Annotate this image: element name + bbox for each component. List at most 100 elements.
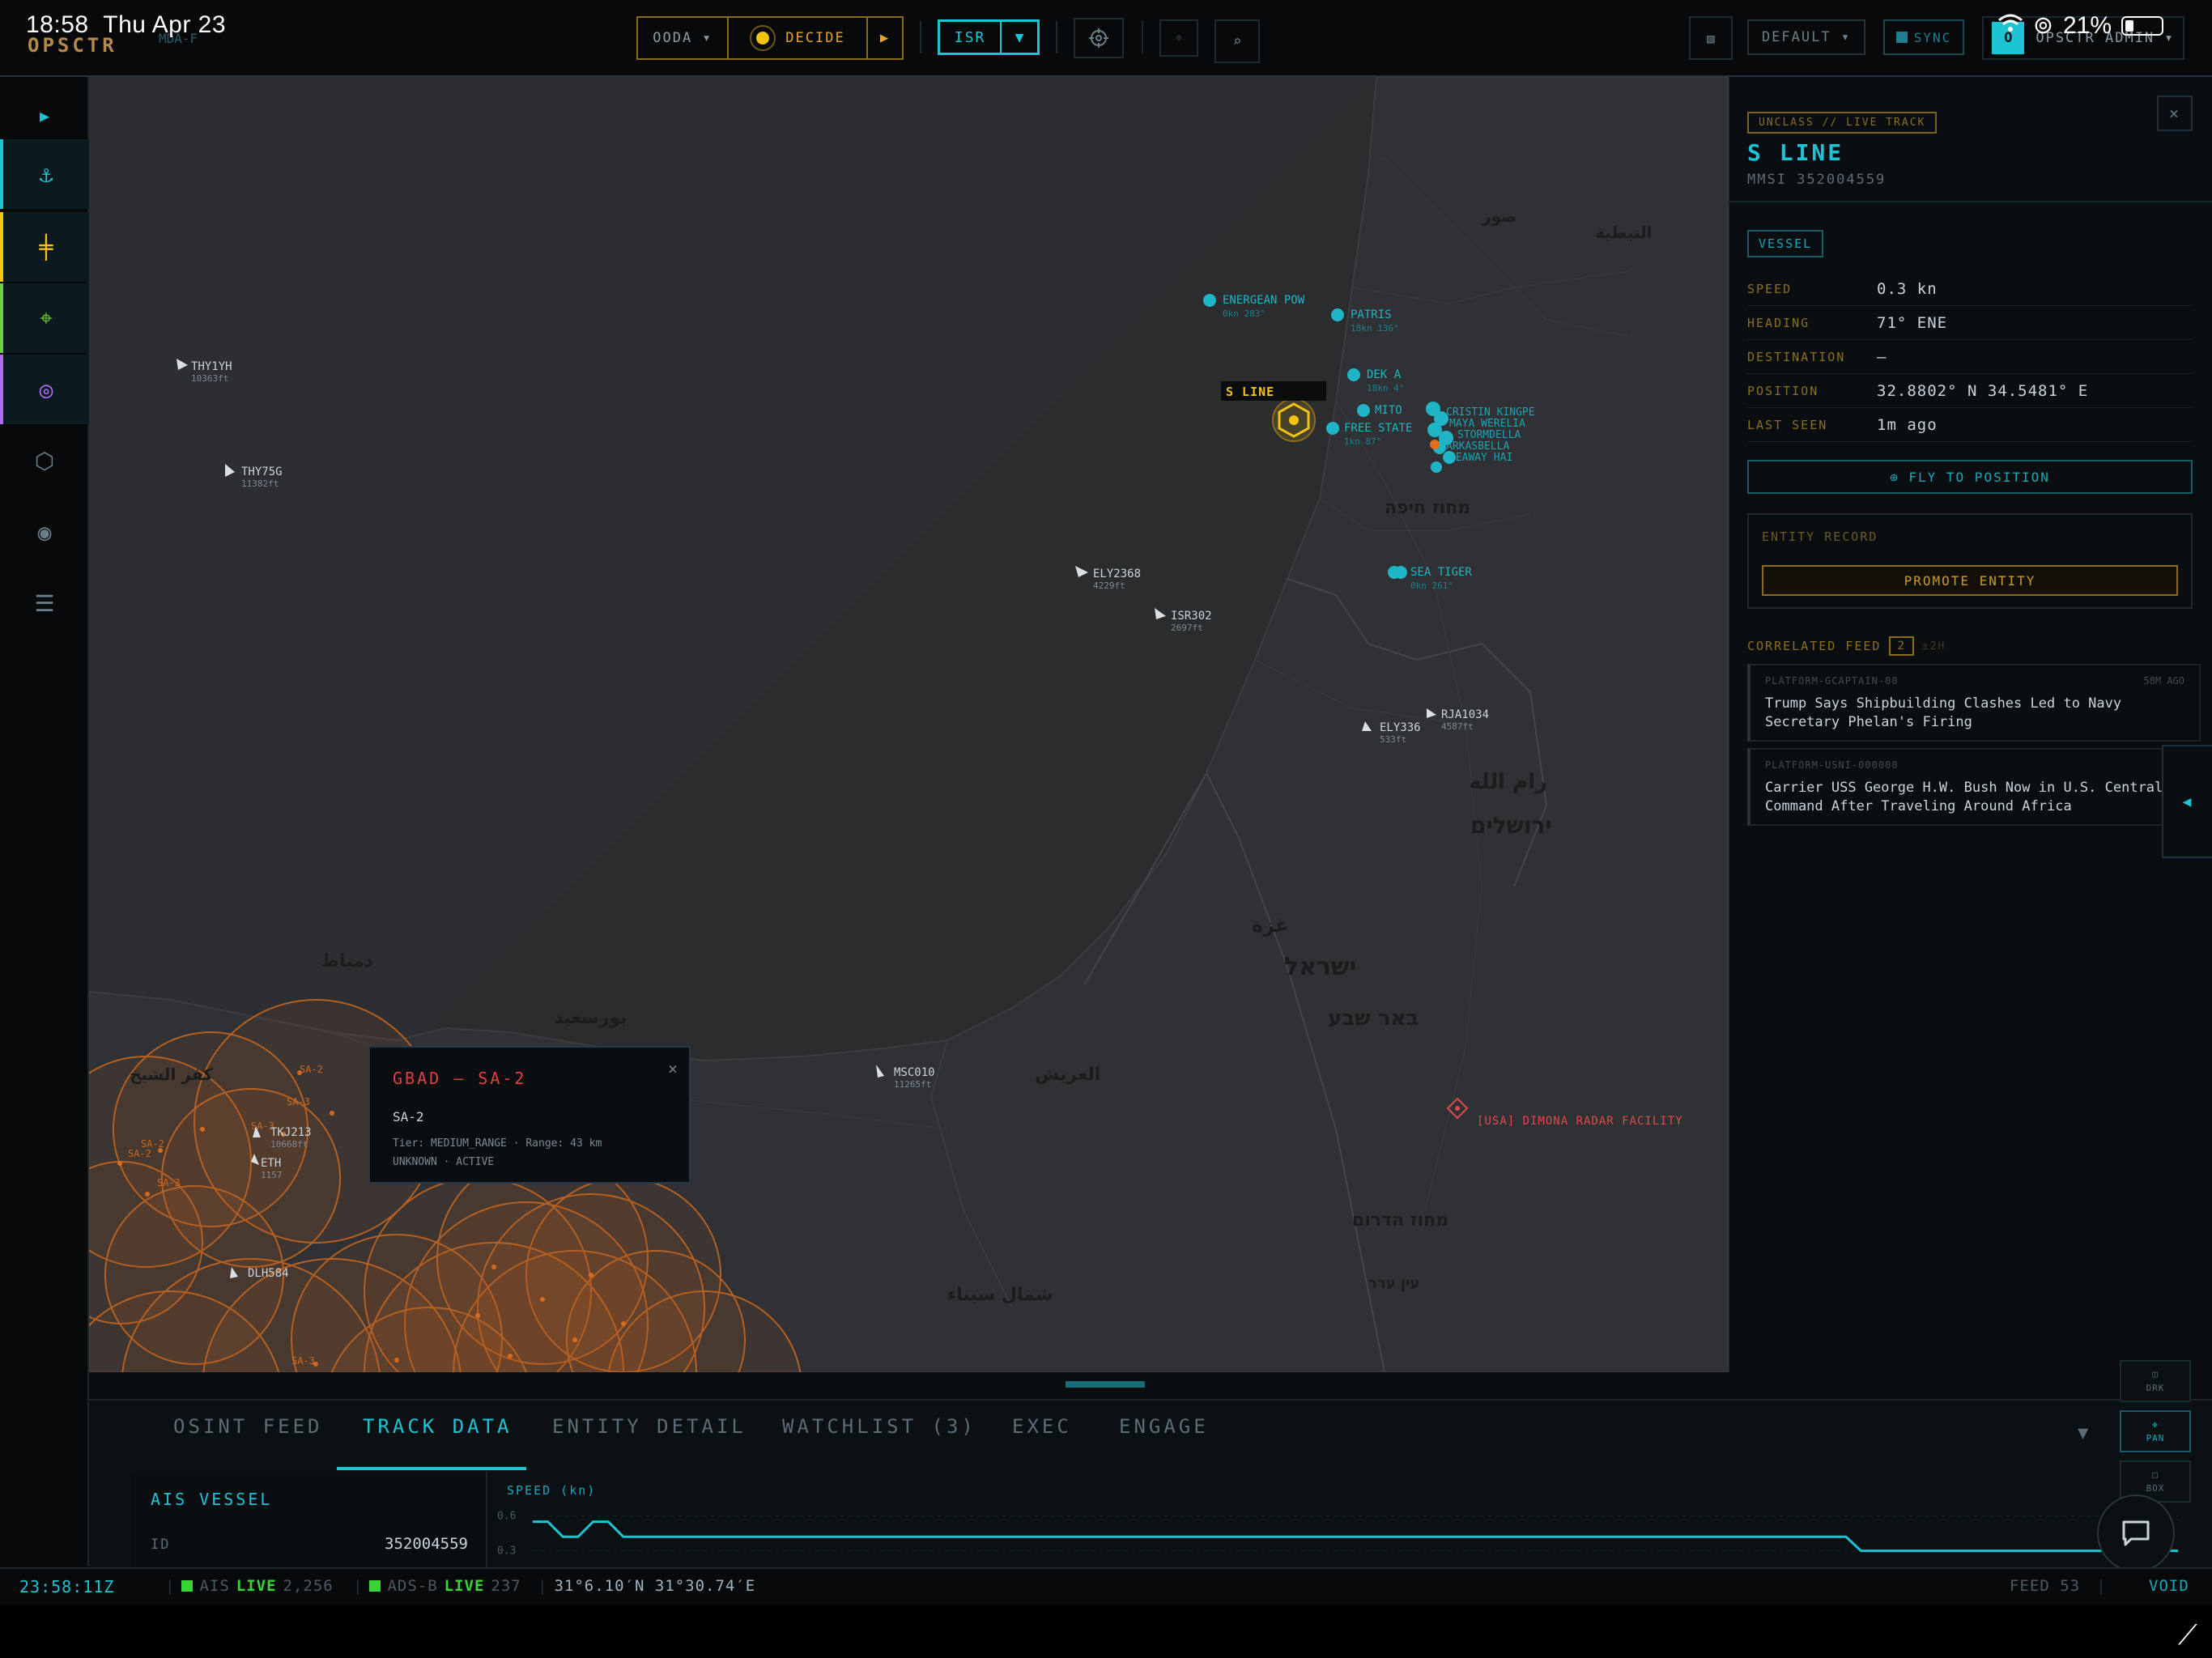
field-value: — xyxy=(1877,347,1887,366)
status-time: 18:58 xyxy=(26,11,89,38)
svg-text:SA-2: SA-2 xyxy=(300,1064,323,1075)
search-button[interactable]: ⌕ xyxy=(1214,19,1260,63)
orbit-icon: ◎ xyxy=(39,376,53,403)
vessel-label[interactable]: DEK A xyxy=(1367,368,1401,381)
aircraft-label[interactable]: RJA1034 xyxy=(1441,708,1489,721)
place-label: صور xyxy=(1482,206,1517,226)
play-icon[interactable]: ▶ xyxy=(868,18,902,58)
field-row: LAST SEEN 1m ago xyxy=(1747,408,2193,442)
feed-card[interactable]: PLATFORM-USNI-0000001H ACarrier USS Geor… xyxy=(1747,748,2201,826)
selected-vessel-marker[interactable] xyxy=(1272,398,1316,442)
close-icon[interactable]: × xyxy=(668,1059,678,1078)
svg-text:SA-3: SA-3 xyxy=(287,1096,310,1107)
map-tool-drk[interactable]: ◫ DRK xyxy=(2120,1360,2191,1402)
chevron-down-icon[interactable]: ▼ xyxy=(1002,22,1037,53)
map-tool-pan[interactable]: ✥ PAN xyxy=(2120,1410,2191,1452)
fly-to-position-button[interactable]: ⊕ FLY TO POSITION xyxy=(1747,460,2193,494)
place-label: بورسعيد xyxy=(554,1008,627,1028)
vessel-label[interactable]: ENERGEAN POW xyxy=(1223,294,1304,307)
place-label: العريش xyxy=(1035,1065,1101,1085)
tab-exec[interactable]: EXEC xyxy=(1012,1415,1072,1438)
chat-button[interactable] xyxy=(2097,1494,2175,1572)
box-icon: □ xyxy=(2152,1469,2159,1480)
aircraft-label[interactable]: DLH584 xyxy=(248,1267,289,1280)
feed-card[interactable]: PLATFORM-GCAPTAIN-00 58M AGO Trump Says Sh… xyxy=(1747,664,2201,742)
eye-icon: ◉ xyxy=(37,518,52,546)
correlated-feed-header: CORRELATED FEED 2 ±2H xyxy=(1747,636,1946,656)
vessel-label[interactable]: FREE STATE xyxy=(1344,422,1412,435)
rail-item-aircraft[interactable]: ╪ xyxy=(0,212,89,282)
active-tab-indicator xyxy=(337,1467,526,1470)
place-label: رام الله xyxy=(1469,770,1548,794)
feed-counter: FEED 53 | xyxy=(2010,1577,2107,1595)
place-label: شمال سيناء xyxy=(947,1285,1053,1305)
svg-text:SA-2: SA-2 xyxy=(128,1148,151,1159)
rail-item-alert-shield[interactable]: ⬡ xyxy=(0,426,89,495)
place-label: غزة xyxy=(1252,914,1289,937)
divider xyxy=(1728,201,2212,202)
map-view[interactable]: SA-2 SA-2 SA-2 SA-3 SA-3 SA-3 SA-3 CRISTIN KI… xyxy=(89,77,1728,1372)
rail-item-anchor[interactable]: ⚓ xyxy=(0,139,89,209)
aircraft-altitude: 10668ft xyxy=(270,1139,308,1150)
target-icon: ⌖ xyxy=(1175,30,1183,45)
toolbar-divider xyxy=(1142,21,1143,53)
field-row: HEADING 71° ENE xyxy=(1747,306,2193,340)
aircraft-label[interactable]: ELY2368 xyxy=(1093,568,1141,580)
chart-label: SPEED (kn) xyxy=(507,1483,597,1498)
place-label: النبطية xyxy=(1595,223,1653,242)
pencil-icon: ⟋ xyxy=(2178,1619,2197,1652)
aircraft-altitude: 11265ft xyxy=(894,1079,932,1090)
rail-item-database[interactable]: ☰ xyxy=(0,568,89,638)
live-indicator-icon xyxy=(181,1580,194,1592)
rail-item-orbit[interactable]: ◎ xyxy=(0,355,89,424)
tab-track-data[interactable]: TRACK DATA xyxy=(363,1415,513,1438)
resize-handle[interactable] xyxy=(1066,1381,1145,1388)
rail-item-eye[interactable]: ◉ xyxy=(0,497,89,567)
tab-entity-detail[interactable]: ENTITY DETAIL xyxy=(552,1415,747,1438)
sync-indicator-icon xyxy=(1895,32,1908,43)
recenter-button[interactable] xyxy=(1074,18,1124,58)
track-type-label: AIS VESSEL xyxy=(151,1490,273,1509)
sync-button[interactable]: SYNC xyxy=(1883,19,1964,55)
aircraft-label[interactable]: TKJ213 xyxy=(270,1126,312,1139)
classification-badge: UNCLASS // LIVE TRACK xyxy=(1747,112,1938,134)
place-label: كفر الشيخ xyxy=(130,1065,213,1084)
vessel-label[interactable]: SEA TIGER xyxy=(1410,566,1472,579)
target-button[interactable]: ⌖ xyxy=(1159,19,1198,57)
vessel-label[interactable]: PATRIS xyxy=(1351,308,1392,321)
tool-label: BOX xyxy=(2146,1483,2165,1494)
aircraft-label[interactable]: MSC010 xyxy=(894,1066,935,1079)
tab-engage[interactable]: ENGAGE xyxy=(1119,1415,1209,1438)
collapse-panel-icon[interactable]: ◀ xyxy=(2162,745,2212,858)
aircraft-label[interactable]: ELY336 xyxy=(1380,721,1421,734)
promote-entity-button[interactable]: PROMOTE ENTITY xyxy=(1762,565,2178,596)
phase-indicator-icon xyxy=(750,25,776,51)
vessel-label[interactable]: MITO xyxy=(1375,404,1402,417)
aircraft-altitude: 533ft xyxy=(1380,734,1407,745)
facility-label[interactable]: [USA] DIMONA RADAR FACILITY xyxy=(1477,1115,1683,1128)
feed-count: FEED 53 xyxy=(2010,1577,2081,1595)
aircraft-label[interactable]: THY1YH xyxy=(191,360,232,373)
place-label: מחוז הדרום xyxy=(1352,1210,1449,1231)
aircraft-label[interactable]: ISR302 xyxy=(1171,610,1212,623)
feed-source: PLATFORM-USNI-000000 xyxy=(1765,759,1899,771)
popup-status: UNKNOWN · ACTIVE xyxy=(393,1156,495,1168)
tab-watchlist-3[interactable]: WATCHLIST (3) xyxy=(782,1415,976,1438)
close-icon[interactable]: × xyxy=(2157,96,2193,131)
isr-selector[interactable]: ISR ▼ xyxy=(938,19,1040,55)
rail-item-crosshair[interactable]: ⌖ xyxy=(0,283,89,353)
ooda-dropdown[interactable]: OODA ▾ xyxy=(638,18,729,58)
place-label: دمياط xyxy=(321,951,374,971)
aircraft-label[interactable]: ETH xyxy=(261,1157,281,1170)
aircraft-altitude: 2697ft xyxy=(1171,623,1203,633)
feed-timestamp: 58M AGO xyxy=(2143,675,2184,687)
correlated-feed-label: CORRELATED FEED xyxy=(1747,639,1882,653)
aircraft-icon: ╪ xyxy=(39,233,53,261)
layout-preset-dropdown[interactable]: DEFAULT ▾ xyxy=(1747,19,1865,55)
layout-button[interactable]: ▧ xyxy=(1689,16,1733,60)
decide-phase-button[interactable]: DECIDE xyxy=(729,18,868,58)
aircraft-label[interactable]: THY75G xyxy=(241,466,283,478)
footer-divider: | xyxy=(353,1577,364,1595)
chevron-down-icon[interactable]: ▼ xyxy=(2078,1423,2088,1443)
tab-osint-feed[interactable]: OSINT FEED xyxy=(173,1415,323,1438)
